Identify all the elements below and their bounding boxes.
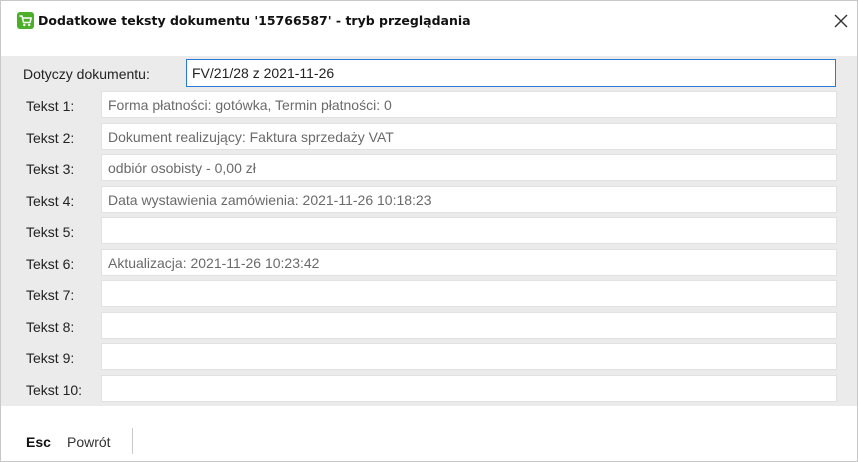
text-label: Tekst 3: <box>26 161 75 177</box>
text-field-9[interactable] <box>101 343 837 370</box>
document-reference-label: Dotyczy dokumentu: <box>23 66 150 82</box>
shopping-cart-icon <box>17 12 34 29</box>
divider <box>132 428 133 454</box>
back-button[interactable]: Powrót <box>67 434 111 450</box>
document-reference-field[interactable] <box>186 59 836 87</box>
title-bar: Dodatkowe teksty dokumentu '15766587' - … <box>1 1 857 41</box>
text-label: Tekst 9: <box>26 350 75 366</box>
text-field-8[interactable] <box>101 311 837 339</box>
text-label: Tekst 10: <box>26 381 83 398</box>
text-label: Tekst 7: <box>26 287 75 303</box>
texts-panel: Dotyczy dokumentu: Tekst 1: Forma płatno… <box>1 56 857 406</box>
esc-shortcut-key[interactable]: Esc <box>26 434 51 450</box>
text-label: Tekst 5: <box>26 224 75 240</box>
text-row-1: Tekst 1: Forma płatności: gotówka, Termi… <box>1 88 857 119</box>
text-field-6[interactable]: Aktualizacja: 2021-11-26 10:23:42 <box>101 248 837 276</box>
text-field-4[interactable]: Data wystawienia zamówienia: 2021-11-26 … <box>101 185 837 213</box>
text-row-2: Tekst 2: Dokument realizujący: Faktura s… <box>1 120 857 151</box>
text-field-10[interactable] <box>101 374 837 402</box>
close-icon <box>834 14 848 28</box>
text-label: Tekst 1: <box>26 98 75 114</box>
text-label: Tekst 8: <box>26 318 75 335</box>
text-label: Tekst 6: <box>26 255 75 272</box>
dialog-window: Dodatkowe teksty dokumentu '15766587' - … <box>0 0 858 462</box>
text-row-3: Tekst 3: odbiór osobisty - 0,00 zł <box>1 151 857 182</box>
text-row-6: Tekst 6: Aktualizacja: 2021-11-26 10:23:… <box>1 246 857 277</box>
text-label: Tekst 4: <box>26 192 75 209</box>
text-field-2[interactable]: Dokument realizujący: Faktura sprzedaży … <box>101 122 837 150</box>
text-field-5[interactable] <box>101 217 837 244</box>
close-button[interactable] <box>827 7 855 35</box>
text-row-10: Tekst 10: <box>1 372 857 403</box>
text-field-1[interactable]: Forma płatności: gotówka, Termin płatnoś… <box>101 91 837 118</box>
action-bar: Esc Powrót <box>1 406 857 461</box>
text-field-3[interactable]: odbiór osobisty - 0,00 zł <box>101 154 837 181</box>
text-field-7[interactable] <box>101 280 837 307</box>
text-label: Tekst 2: <box>26 129 75 146</box>
text-row-4: Tekst 4: Data wystawienia zamówienia: 20… <box>1 183 857 214</box>
text-row-8: Tekst 8: <box>1 309 857 340</box>
text-row-5: Tekst 5: <box>1 214 857 245</box>
text-row-7: Tekst 7: <box>1 277 857 308</box>
text-row-9: Tekst 9: <box>1 340 857 371</box>
dialog-title: Dodatkowe teksty dokumentu '15766587' - … <box>38 13 471 28</box>
